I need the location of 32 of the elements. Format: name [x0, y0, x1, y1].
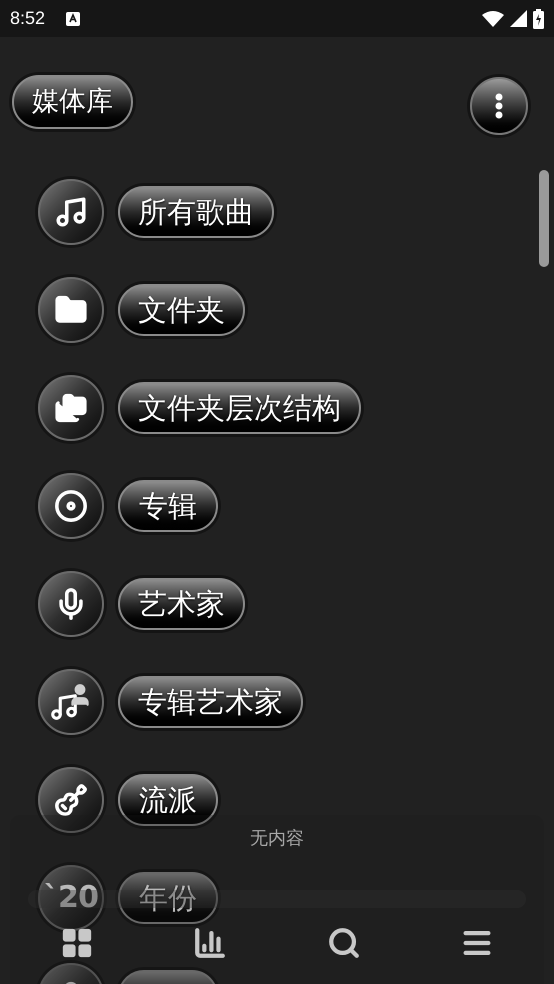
search-icon[interactable]: [326, 926, 361, 960]
library-item-button[interactable]: 流派: [118, 774, 218, 826]
scrollbar-thumb[interactable]: [539, 170, 549, 267]
more-options-button[interactable]: [470, 77, 528, 135]
library-icon-button[interactable]: [38, 473, 104, 539]
music-note-icon: [54, 195, 88, 229]
library-icon-button[interactable]: [38, 571, 104, 637]
library-icon-button[interactable]: [38, 767, 104, 833]
library-icon-button[interactable]: [38, 179, 104, 245]
library-item-button[interactable]: 专辑: [118, 480, 218, 532]
folders-icon: [54, 391, 88, 425]
library-item-button[interactable]: 年份: [118, 872, 218, 924]
clock-text: 8:52: [10, 7, 46, 30]
library-icon-button[interactable]: [38, 375, 104, 441]
battery-icon: [533, 8, 544, 28]
library-item-button[interactable]: 文件夹层次结构: [118, 382, 361, 434]
library-icon-button[interactable]: [38, 277, 104, 343]
disc-icon: [54, 489, 88, 523]
empty-message: 无内容: [250, 827, 304, 851]
library-item-button[interactable]: 文件夹: [118, 284, 245, 336]
wifi-icon: [482, 10, 504, 27]
bar-chart-icon[interactable]: [193, 926, 228, 960]
library-icon-button[interactable]: `20: [38, 865, 104, 931]
library-item-button[interactable]: 艺术家: [118, 578, 245, 630]
signal-icon: [510, 10, 527, 27]
library-item-button[interactable]: 专辑艺术家: [118, 676, 303, 728]
year-icon: `20: [44, 883, 98, 913]
library-icon-button[interactable]: [38, 669, 104, 735]
library-item-button[interactable]: 所有歌曲: [118, 186, 274, 238]
keyboard-icon: [66, 12, 80, 26]
guitar-icon: [54, 783, 88, 817]
more-icon: [495, 93, 503, 119]
